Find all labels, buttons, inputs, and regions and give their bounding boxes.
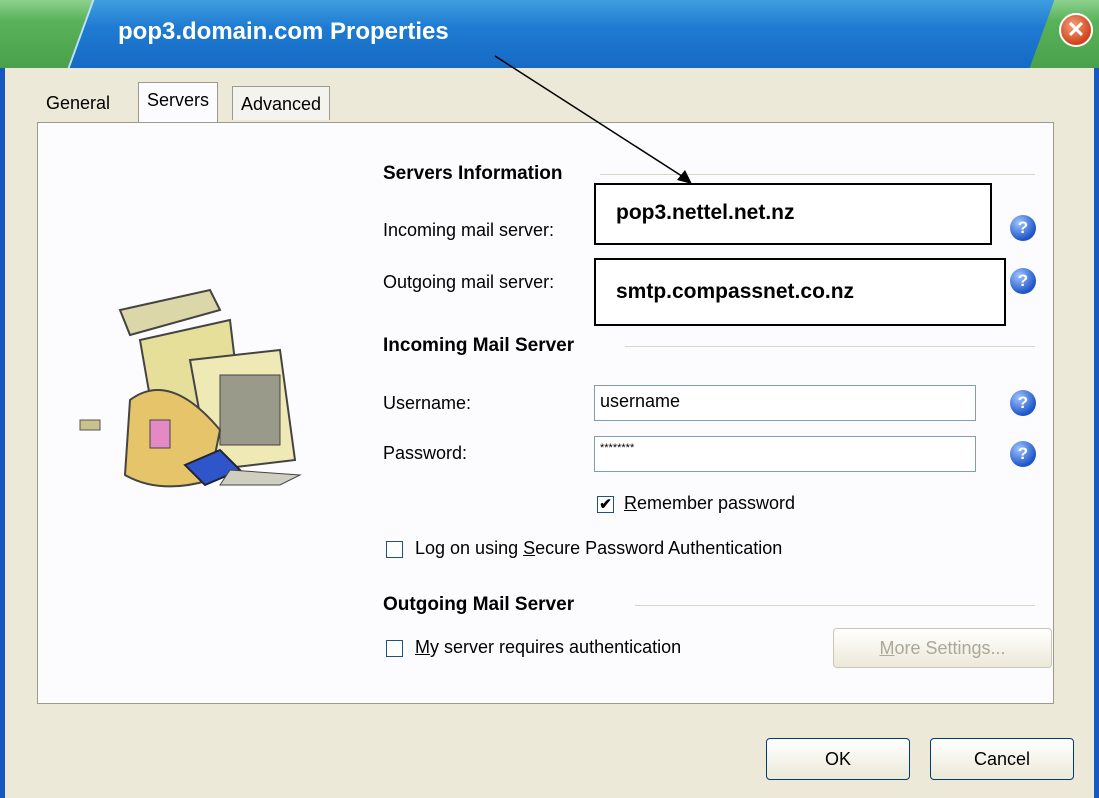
outgoing-mail-server-heading: Outgoing Mail Server — [383, 594, 575, 615]
auth-label-rest: y server requires authentication — [430, 637, 682, 657]
help-icon[interactable]: ? — [1010, 390, 1036, 416]
remember-password-label[interactable]: Remember password — [624, 493, 795, 514]
server-auth-checkbox[interactable] — [386, 640, 403, 657]
more-settings-button[interactable]: More Settings... — [833, 628, 1052, 668]
remember-mnemonic: R — [624, 493, 637, 513]
spa-label[interactable]: Log on using Secure Password Authenticat… — [415, 538, 782, 559]
section-divider — [635, 605, 1035, 606]
more-settings-rest: ore Settings... — [894, 638, 1006, 658]
auth-mnemonic: M — [415, 637, 430, 657]
remember-password-checkbox[interactable]: ✔ — [597, 496, 614, 513]
help-icon[interactable]: ? — [1010, 441, 1036, 467]
username-label: Username: — [383, 393, 472, 413]
cancel-button[interactable]: Cancel — [930, 738, 1074, 780]
password-label: Password: — [383, 443, 468, 463]
spa-label-rest: ecure Password Authentication — [535, 538, 783, 558]
remember-label-rest: emember password — [637, 493, 796, 513]
tab-servers[interactable]: Servers — [138, 82, 219, 122]
password-input[interactable]: ******** — [594, 436, 976, 472]
ok-button[interactable]: OK — [766, 738, 910, 780]
more-settings-mnemonic: M — [879, 638, 895, 658]
incoming-mail-server-heading: Incoming Mail Server — [383, 335, 575, 356]
spa-label-prefix: Log on using — [415, 538, 524, 558]
username-input[interactable]: username — [594, 385, 976, 421]
spa-mnemonic: S — [523, 538, 536, 558]
server-auth-label[interactable]: My server requires authentication — [415, 637, 681, 658]
spa-checkbox[interactable] — [386, 541, 403, 558]
section-divider — [625, 346, 1035, 347]
